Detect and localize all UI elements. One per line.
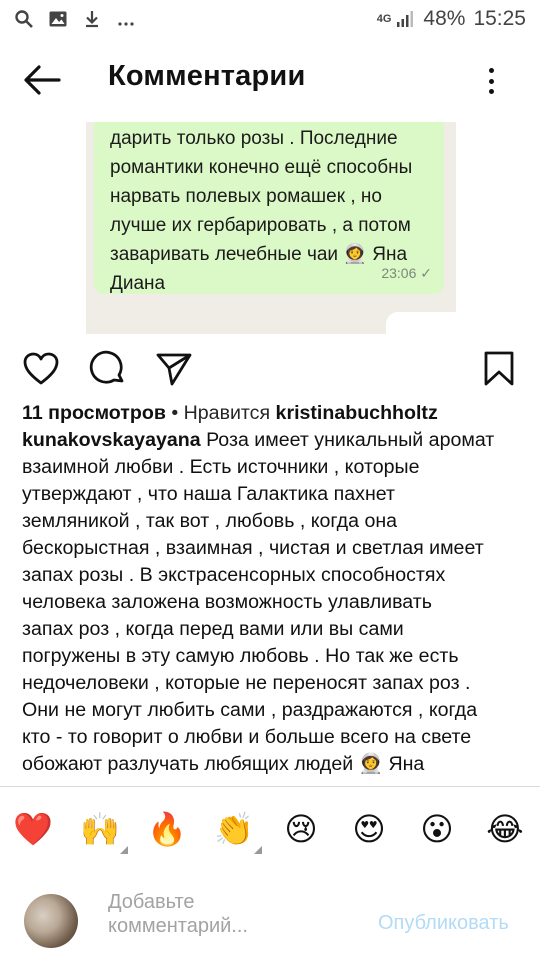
send-icon — [156, 353, 192, 386]
post-caption: 11 просмотров • Нравится kristinabuchhol… — [22, 400, 522, 778]
emoji-heart[interactable]: ❤️ — [12, 808, 54, 850]
comment-icon — [89, 350, 124, 384]
status-bar: 4G 48% 15:25 — [0, 0, 540, 38]
download-icon — [86, 11, 98, 28]
liker-username[interactable]: kristinabuchholtz — [276, 402, 438, 424]
message-bubble: дарить только розы . Последние романтики… — [94, 122, 444, 294]
emoji-variant-indicator — [254, 846, 262, 854]
comment-button[interactable] — [89, 350, 127, 388]
chat-screenshot: дарить только розы . Последние романтики… — [86, 122, 456, 334]
divider — [0, 786, 540, 787]
search-icon — [15, 10, 33, 28]
quick-emoji-bar: ❤️ 🙌 🔥 👏 😢 😍 😮 😂 — [0, 800, 540, 860]
emoji-clap[interactable]: 👏 — [213, 808, 255, 850]
share-button[interactable] — [155, 350, 193, 388]
user-avatar — [24, 894, 78, 948]
likes-prefix: • Нравится — [171, 402, 271, 424]
emoji-surprised[interactable]: 😮 — [416, 808, 458, 850]
publish-button[interactable]: Опубликовать — [378, 912, 509, 935]
more-options-button[interactable] — [478, 64, 504, 98]
clock: 15:25 — [473, 7, 526, 30]
comment-composer: Опубликовать — [0, 874, 540, 960]
status-left-icons — [14, 9, 136, 29]
header: Комментарии — [0, 38, 540, 122]
signal-icon — [397, 11, 414, 27]
message-time: 23:06 ✓ — [381, 265, 432, 281]
views-count[interactable]: 11 просмотров — [22, 402, 166, 424]
status-right: 4G 48% 15:25 — [377, 7, 526, 31]
post-actions — [0, 346, 540, 392]
emoji-fire[interactable]: 🔥 — [146, 808, 188, 850]
back-arrow-icon — [24, 65, 61, 95]
battery-level: 48% — [423, 7, 466, 30]
like-button[interactable] — [22, 350, 60, 388]
emoji-crying[interactable]: 😢 — [280, 808, 322, 850]
emoji-raised-hands[interactable]: 🙌 — [79, 808, 121, 850]
emoji-variant-indicator — [120, 846, 128, 854]
image-icon — [49, 11, 67, 27]
post-media[interactable]: дарить только розы . Последние романтики… — [0, 122, 540, 334]
caption-meta: 11 просмотров • Нравится kristinabuchhol… — [22, 400, 522, 427]
emoji-heart-eyes[interactable]: 😍 — [348, 808, 390, 850]
save-button[interactable] — [480, 350, 518, 388]
comment-input[interactable] — [108, 890, 358, 946]
author-username[interactable]: kunakovskayayana — [22, 429, 201, 451]
network-type: 4G — [376, 12, 392, 25]
emoji-laughing[interactable]: 😂 — [484, 808, 526, 850]
more-notifications-icon — [118, 22, 134, 26]
bookmark-icon — [484, 351, 514, 386]
page-title: Комментарии — [108, 60, 306, 92]
heart-icon — [23, 352, 59, 385]
more-vertical-icon — [488, 68, 494, 73]
next-message-bubble — [386, 312, 456, 334]
caption-text: Роза имеет уникальный аромат взаимной лю… — [22, 429, 495, 775]
back-button[interactable] — [22, 62, 62, 98]
